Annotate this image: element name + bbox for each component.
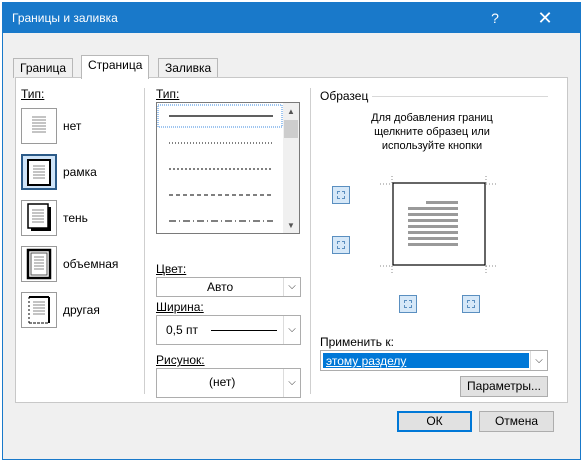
tab-shading-label: Заливка (165, 61, 212, 75)
setting-box-icon (21, 154, 57, 190)
window-title: Границы и заливка (12, 11, 118, 25)
apply-to-combo[interactable]: этому разделу ⌵ (320, 350, 548, 371)
divider-left (144, 88, 145, 394)
top-border-button[interactable] (332, 186, 350, 204)
tab-border[interactable]: Граница (13, 58, 74, 78)
apply-value: этому разделу (326, 354, 407, 368)
options-button[interactable]: Параметры... (460, 376, 548, 397)
setting-custom-icon (21, 292, 57, 328)
art-combo[interactable]: (нет) ⌵ (156, 368, 301, 398)
divider-right (310, 88, 311, 394)
width-label: Ширина: (156, 300, 204, 314)
setting-custom[interactable]: другая (21, 292, 100, 328)
bottom-border-icon (337, 241, 345, 249)
setting-3d-icon (21, 246, 57, 282)
chevron-down-icon[interactable]: ⌵ (283, 278, 300, 296)
setting-3d[interactable]: объемная (21, 246, 118, 282)
setting-box[interactable]: рамка (21, 154, 97, 190)
setting-shadow-label: тень (63, 211, 88, 225)
chevron-down-icon[interactable]: ⌵ (530, 351, 547, 370)
line-style-scrollbar[interactable]: ▲ ▼ (283, 103, 299, 233)
ok-button[interactable]: ОК (397, 411, 472, 432)
width-sample-line (211, 330, 277, 331)
bottom-border-button[interactable] (332, 236, 350, 254)
color-combo[interactable]: Авто ⌵ (156, 277, 301, 297)
setting-shadow-icon (21, 200, 57, 236)
style-label: Тип: (156, 87, 180, 101)
setting-none[interactable]: нет (21, 108, 81, 144)
tab-shading[interactable]: Заливка (158, 58, 219, 78)
scroll-thumb[interactable] (284, 120, 298, 138)
setting-none-label: нет (63, 119, 82, 133)
right-border-button[interactable] (462, 295, 480, 313)
scroll-down-icon[interactable]: ▼ (287, 221, 295, 230)
art-label: Рисунок: (156, 353, 205, 367)
preview-separator (372, 96, 548, 97)
apply-label: Применить к: (320, 335, 394, 349)
tab-page-border-label: Страница (88, 58, 143, 72)
close-button[interactable]: ✕ (525, 3, 565, 33)
tab-page-border[interactable]: Страница (81, 55, 150, 79)
setting-box-label: рамка (63, 165, 97, 179)
help-button[interactable]: ? (485, 8, 505, 28)
tab-panel: Тип: нет рамка тень объемная другая Тип:… (15, 77, 568, 403)
border-preview[interactable] (380, 176, 500, 276)
preview-label: Образец (320, 89, 369, 103)
title-bar: Границы и заливка ? ✕ (3, 3, 580, 33)
right-border-icon (467, 300, 475, 308)
tab-border-label: Граница (20, 61, 67, 75)
setting-3d-label: объемная (63, 257, 119, 271)
scroll-up-icon[interactable]: ▲ (287, 107, 295, 116)
setting-none-icon (21, 108, 57, 144)
setting-shadow[interactable]: тень (21, 200, 88, 236)
left-border-icon (404, 300, 412, 308)
color-value: Авто (207, 280, 234, 294)
left-border-button[interactable] (399, 295, 417, 313)
color-label: Цвет: (156, 262, 187, 276)
top-border-icon (337, 191, 345, 199)
width-value: 0,5 пт (166, 323, 199, 337)
chevron-down-icon[interactable]: ⌵ (283, 316, 300, 344)
line-style-options (157, 104, 283, 222)
type-label: Тип: (21, 87, 45, 101)
line-style-list[interactable]: ▲ ▼ (156, 102, 300, 234)
art-value: (нет) (209, 375, 236, 389)
preview-hint: Для добавления границ щелкните образец и… (371, 112, 493, 152)
setting-custom-label: другая (63, 303, 100, 317)
borders-shading-dialog: Границы и заливка ? ✕ Граница Страница З… (2, 2, 581, 460)
width-combo[interactable]: 0,5 пт ⌵ (156, 315, 301, 345)
chevron-down-icon[interactable]: ⌵ (283, 369, 300, 397)
cancel-button[interactable]: Отмена (479, 411, 554, 432)
